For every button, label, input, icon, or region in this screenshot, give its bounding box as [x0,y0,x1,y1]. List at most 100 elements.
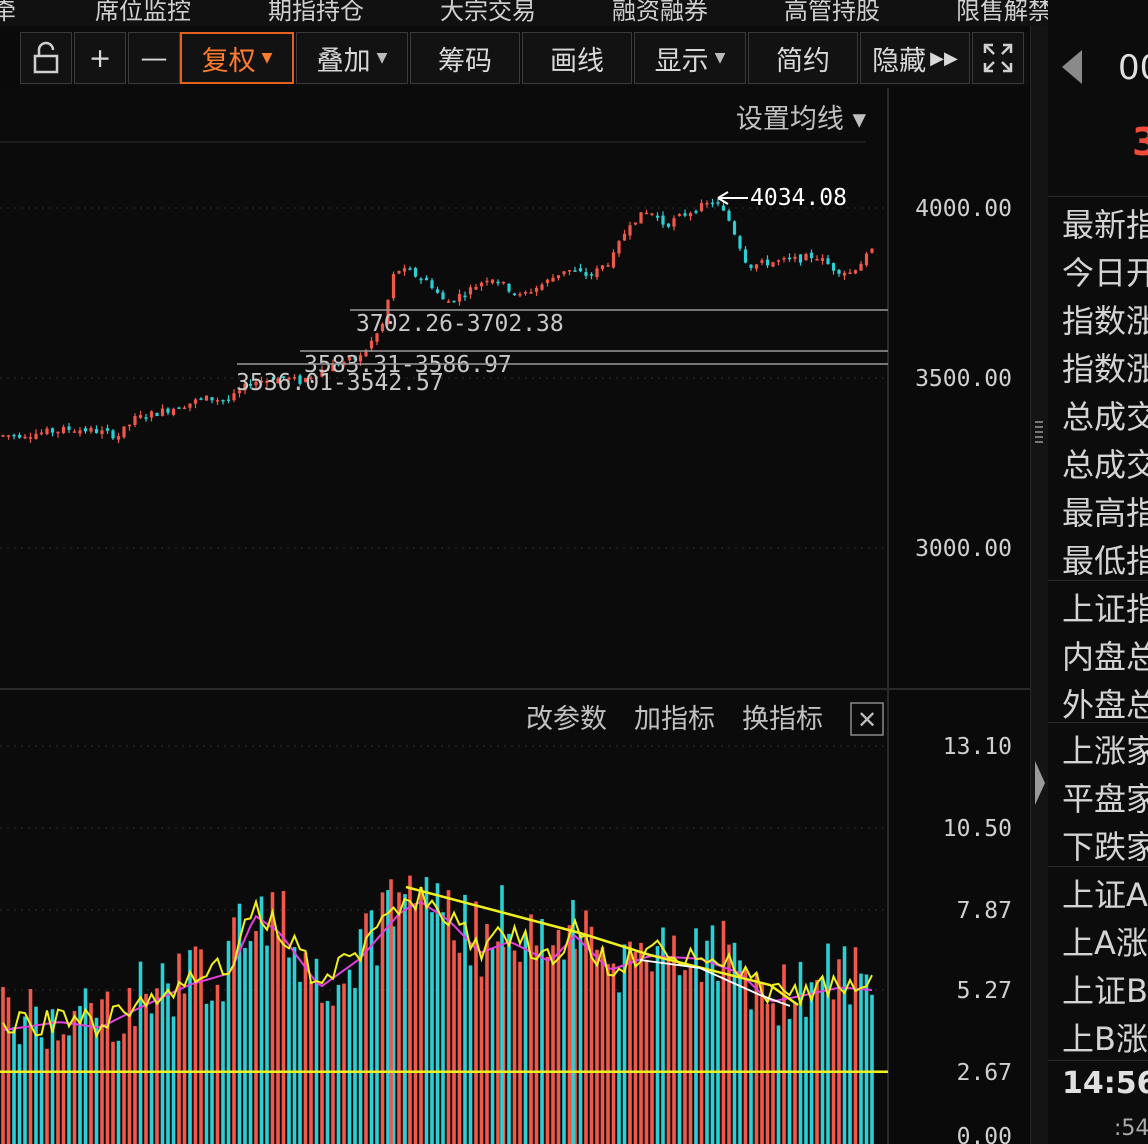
candle-body [413,268,418,277]
candle-body [6,435,11,437]
candle-body [540,284,544,290]
candle-body [760,260,764,263]
toolbar-button-label: 简约 [776,45,830,77]
expand-panel-icon[interactable] [1035,761,1045,805]
candle-body [138,415,143,418]
candle-body [688,213,693,217]
quote-panel: 003最新指今日开指数涨指数涨总成交总成交最高指最低指上证指内盘总外盘总上涨家平… [1048,0,1148,1144]
candle-body [562,271,566,275]
lock-button[interactable] [20,32,72,84]
volume-bar [116,1040,121,1144]
chips-button[interactable]: 筹码 [410,32,520,84]
candle-body [127,424,132,427]
display-button[interactable]: 显示 ▼ [634,32,746,84]
panel-divider[interactable] [1030,26,1049,1144]
volume-bar [61,1034,66,1144]
volume-bar [193,946,198,1144]
volume-bar [336,984,341,1144]
candle-body [551,277,555,282]
candle-body [485,280,489,283]
quote-field-label: 今日开 [1062,254,1148,292]
candle-body [226,399,231,401]
candle-body [490,279,495,284]
candle-body [518,294,522,296]
candle-body [402,268,407,272]
candle-body [622,233,627,241]
volume-bar [314,958,319,1144]
volume-bar [78,1005,82,1144]
lock-open-icon [33,41,59,74]
candle-body [457,294,462,302]
close-icon: ✕ [857,706,877,734]
volume-bar [617,992,621,1144]
drag-handle[interactable] [1035,421,1043,445]
candle-body [853,270,858,274]
volume-bar [507,933,511,1144]
volume-bar [39,1037,44,1144]
volume-bar [67,1035,71,1144]
candle-body [39,432,44,435]
quote-field-label: 上涨家 [1062,732,1148,770]
volume-bar [389,879,393,1144]
candle-body [177,407,181,409]
volume-bar [1,986,5,1144]
hide-button[interactable]: 隐藏 ▶▶ [860,32,970,84]
quote-field-label: 内盘总 [1062,638,1148,676]
candle-body [573,270,577,272]
candle-body [160,408,165,416]
volume-bar [644,959,649,1144]
quote-field-label: 上证A [1062,876,1148,914]
quote-field-label: 指数涨 [1062,302,1148,340]
volume-bar [138,961,143,1144]
zoom-in-button[interactable]: + [74,32,126,84]
volume-bar [749,1009,753,1144]
candle-body [650,213,654,215]
volume-bar [171,1016,176,1144]
quote-time-sub: :54 [1114,1116,1148,1141]
volume-bar [419,887,423,1144]
index-kline-chart: 3702.26-3702.383583.31-3586.973536.01-35… [0,88,1030,1144]
fuquan-button[interactable]: 复权 ▼ [180,32,294,84]
candle-body [12,434,16,437]
simple-mode-button[interactable]: 简约 [748,32,858,84]
candle-body [694,210,698,213]
volume-bar [578,932,583,1144]
candle-body [100,430,104,435]
candle-body [721,205,726,211]
draw-line-button[interactable]: 画线 [522,32,632,84]
volume-bar [512,950,517,1144]
candle-body [408,268,412,270]
toolbar-button-label: 叠加 [316,45,371,77]
candle-body [798,254,803,263]
candle-body [419,278,423,281]
volume-bar [287,957,291,1144]
volume-bar [160,963,165,1144]
peak-label: 4034.08 [750,185,847,211]
volume-bar [809,982,814,1144]
volume-bar [534,945,539,1144]
volume-bar [34,1006,38,1144]
back-arrow-icon[interactable] [1062,50,1082,84]
toolbar-button-label: 画线 [550,45,604,77]
zoom-out-button[interactable]: — [128,32,180,84]
candle-body [584,272,588,276]
candle-body [831,263,836,271]
volume-bar [650,971,654,1144]
price-axis-label: 3500.00 [915,366,1012,392]
candle-body [655,215,660,218]
candle-body [468,287,473,295]
volume-bar [815,979,819,1144]
candle-body [45,428,49,435]
volume-bar [754,973,759,1144]
volume-bar [144,993,148,1144]
candle-body [672,218,676,227]
volume-bar [375,965,379,1144]
volume-bar [694,928,698,1144]
volume-bar [265,945,269,1144]
overlay-button[interactable]: 叠加 ▼ [296,32,408,84]
fullscreen-button[interactable] [972,32,1024,84]
volume-bar [611,963,616,1144]
toolbar-button-label: 隐藏 [872,45,927,77]
candle-body [430,280,434,289]
volume-bar [600,947,605,1144]
